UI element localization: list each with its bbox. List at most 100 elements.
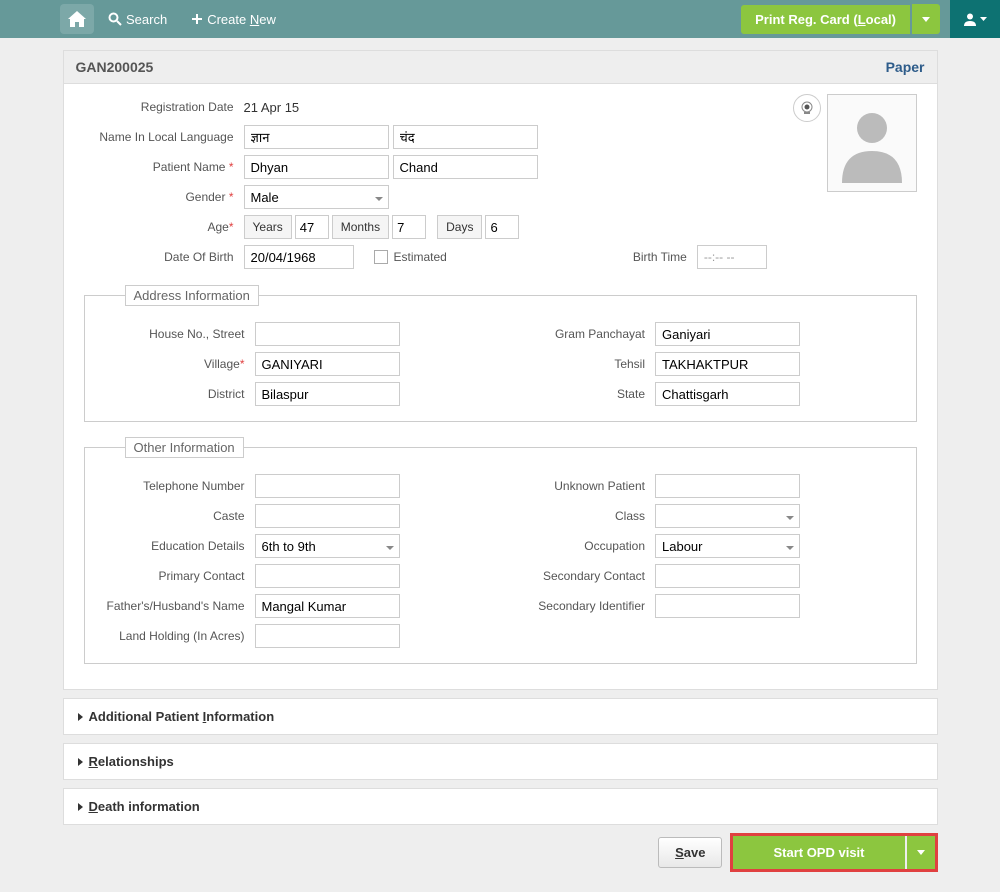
caste-input[interactable] — [255, 504, 400, 528]
print-reg-card-button[interactable]: Print Reg. Card (Local) — [741, 5, 910, 34]
address-legend: Address Information — [125, 285, 259, 306]
caret-down-icon — [980, 17, 987, 21]
estimated-checkbox[interactable] — [374, 250, 388, 264]
house-no-input[interactable] — [255, 322, 400, 346]
death-info-section[interactable]: Death information — [63, 788, 938, 825]
start-visit-dropdown-button[interactable] — [907, 836, 935, 869]
patient-photo[interactable] — [827, 94, 917, 192]
months-label: Months — [332, 215, 389, 239]
gram-panchayat-input[interactable] — [655, 322, 800, 346]
last-name-input[interactable] — [393, 155, 538, 179]
additional-info-section[interactable]: Additional Patient Information — [63, 698, 938, 735]
death-info-label: Death information — [89, 799, 200, 814]
village-label: Village* — [95, 357, 255, 371]
search-link[interactable]: Search — [98, 6, 177, 33]
father-husband-label: Father's/Husband's Name — [95, 599, 255, 613]
relationships-section[interactable]: Relationships — [63, 743, 938, 780]
gender-label: Gender * — [84, 190, 244, 204]
paper-label[interactable]: Paper — [886, 59, 925, 75]
print-dropdown-button[interactable] — [912, 4, 940, 34]
caste-label: Caste — [95, 509, 255, 523]
search-icon — [108, 12, 122, 26]
secondary-identifier-label: Secondary Identifier — [505, 599, 655, 613]
unknown-patient-label: Unknown Patient — [505, 479, 655, 493]
start-opd-visit-button[interactable]: Start OPD visit — [733, 836, 904, 869]
primary-contact-label: Primary Contact — [95, 569, 255, 583]
local-first-name-input[interactable] — [244, 125, 389, 149]
bottom-actions: Save Start OPD visit — [63, 833, 938, 872]
patient-panel: GAN200025 Paper Registration Date 21 Apr… — [63, 50, 938, 690]
local-last-name-input[interactable] — [393, 125, 538, 149]
secondary-identifier-input[interactable] — [655, 594, 800, 618]
registration-date-label: Registration Date — [84, 100, 244, 114]
telephone-label: Telephone Number — [95, 479, 255, 493]
other-info-fieldset: Other Information Telephone Number Caste… — [84, 437, 917, 664]
primary-contact-input[interactable] — [255, 564, 400, 588]
state-label: State — [505, 387, 655, 401]
state-input[interactable] — [655, 382, 800, 406]
relationships-label: Relationships — [89, 754, 174, 769]
dob-input[interactable] — [244, 245, 354, 269]
save-button[interactable]: Save — [658, 837, 722, 868]
class-select[interactable] — [655, 504, 800, 528]
district-label: District — [95, 387, 255, 401]
other-info-legend: Other Information — [125, 437, 244, 458]
other-left-col: Telephone Number Caste Education Details… — [95, 473, 496, 653]
land-holding-label: Land Holding (In Acres) — [95, 629, 255, 643]
dob-label: Date Of Birth — [84, 250, 244, 264]
caret-down-icon — [922, 17, 930, 22]
avatar-placeholder-icon — [837, 103, 907, 183]
panel-header: GAN200025 Paper — [64, 51, 937, 84]
top-bar: Search Create New Print Reg. Card (Local… — [0, 0, 1000, 38]
occupation-select[interactable] — [655, 534, 800, 558]
user-icon — [963, 12, 977, 26]
address-fieldset: Address Information House No., Street Vi… — [84, 285, 917, 422]
address-left-col: House No., Street Village* District — [95, 321, 496, 411]
home-button[interactable] — [60, 4, 94, 34]
land-holding-input[interactable] — [255, 624, 400, 648]
education-label: Education Details — [95, 539, 255, 553]
secondary-contact-label: Secondary Contact — [505, 569, 655, 583]
start-visit-highlight: Start OPD visit — [730, 833, 937, 872]
years-input[interactable] — [295, 215, 329, 239]
village-input[interactable] — [255, 352, 400, 376]
page-container: GAN200025 Paper Registration Date 21 Apr… — [63, 50, 938, 872]
unknown-patient-input[interactable] — [655, 474, 800, 498]
house-no-label: House No., Street — [95, 327, 255, 341]
father-husband-input[interactable] — [255, 594, 400, 618]
age-inputs: Years Months Days — [244, 215, 520, 239]
secondary-contact-input[interactable] — [655, 564, 800, 588]
plus-icon — [191, 13, 203, 25]
tehsil-label: Tehsil — [505, 357, 655, 371]
other-right-col: Unknown Patient Class Occupation Seconda… — [505, 473, 906, 653]
search-label: Search — [126, 12, 167, 27]
days-input[interactable] — [485, 215, 519, 239]
caret-down-icon — [917, 850, 925, 855]
estimated-label: Estimated — [394, 250, 447, 264]
home-icon — [68, 11, 86, 27]
registration-date-value: 21 Apr 15 — [244, 100, 300, 115]
camera-button[interactable] — [793, 94, 821, 122]
name-local-label: Name In Local Language — [84, 130, 244, 144]
occupation-label: Occupation — [505, 539, 655, 553]
user-menu-button[interactable] — [950, 0, 1000, 38]
tehsil-input[interactable] — [655, 352, 800, 376]
gender-select[interactable] — [244, 185, 389, 209]
district-input[interactable] — [255, 382, 400, 406]
caret-right-icon — [78, 758, 83, 766]
birth-time-label: Birth Time — [497, 250, 697, 264]
patient-name-label: Patient Name * — [84, 160, 244, 174]
top-right-nav: Print Reg. Card (Local) — [741, 0, 1000, 38]
top-left-nav: Search Create New — [60, 4, 286, 34]
months-input[interactable] — [392, 215, 426, 239]
webcam-icon — [799, 101, 815, 115]
days-label: Days — [437, 215, 482, 239]
education-select[interactable] — [255, 534, 400, 558]
panel-body: Registration Date 21 Apr 15 Name In Loca… — [64, 84, 937, 689]
first-name-input[interactable] — [244, 155, 389, 179]
create-new-link[interactable]: Create New — [181, 6, 286, 33]
telephone-input[interactable] — [255, 474, 400, 498]
estimated-checkbox-group: Estimated — [374, 250, 447, 264]
birth-time-input[interactable] — [697, 245, 767, 269]
age-row: Age* Years Months Days — [84, 214, 917, 240]
